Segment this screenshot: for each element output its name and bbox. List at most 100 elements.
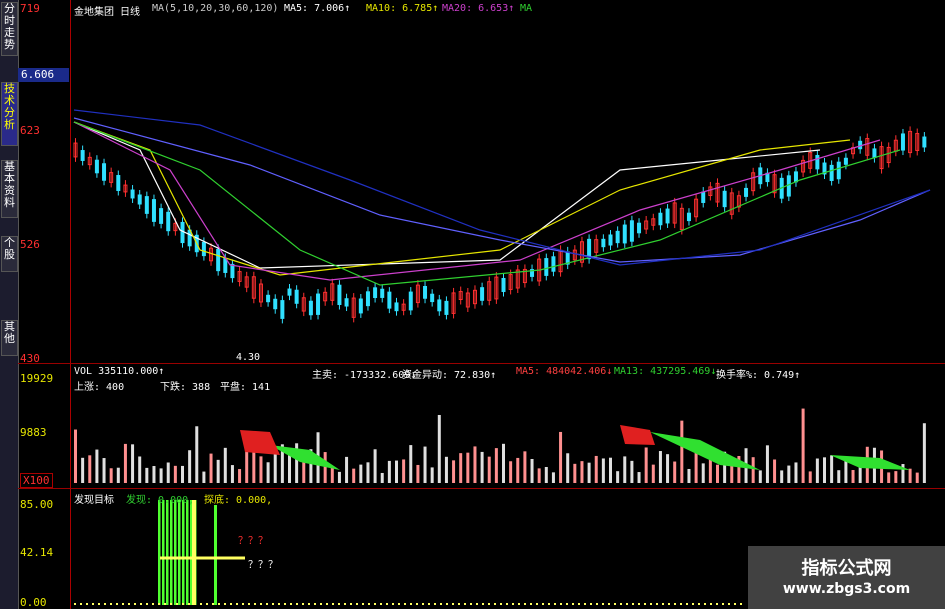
candle-body <box>836 161 841 180</box>
volume-bar <box>573 463 577 483</box>
candle-body <box>858 140 863 150</box>
candle-body <box>722 190 727 208</box>
signal-note: ？？？ <box>248 560 278 571</box>
candle-body <box>387 291 392 309</box>
baseline-dot <box>530 603 532 605</box>
volume-bar <box>494 448 498 483</box>
candle-body <box>601 238 606 248</box>
candle-body <box>686 212 691 222</box>
baseline-dot <box>470 603 472 605</box>
volume-bar <box>616 471 620 483</box>
candle-body <box>665 208 670 224</box>
volume-bar <box>152 466 156 483</box>
baseline-dot <box>326 603 328 605</box>
volume-bar <box>459 453 463 483</box>
baseline-dot <box>602 603 604 605</box>
decliners-count: 下跌: 388 <box>160 382 211 393</box>
volume-bar <box>502 443 505 483</box>
candle-body <box>423 285 428 299</box>
volume-ma-band <box>240 430 280 455</box>
candle-body <box>629 220 634 242</box>
baseline-dot <box>608 603 610 605</box>
volume-bar <box>88 455 92 483</box>
baseline-dot <box>188 603 190 605</box>
signal-bar-green <box>178 500 181 605</box>
volume-bar <box>259 456 263 483</box>
candle-body <box>872 148 877 159</box>
volume-bar <box>780 470 784 483</box>
baseline-dot <box>308 603 310 605</box>
volume-bar <box>837 470 841 483</box>
candle-body <box>437 299 442 312</box>
baseline-dot <box>338 603 340 605</box>
baseline-dot <box>392 603 394 605</box>
baseline-dot <box>236 603 238 605</box>
price-tick: 430 <box>20 352 40 365</box>
volume-bar <box>894 471 898 483</box>
volume-bar <box>202 471 206 483</box>
candle-body <box>501 277 506 293</box>
baseline-dot <box>206 603 208 605</box>
baseline-dot <box>524 603 526 605</box>
volume-bar <box>609 457 612 483</box>
baseline-dot <box>680 603 682 605</box>
candle-body <box>137 194 142 205</box>
candle-body <box>701 191 706 203</box>
candle-body <box>394 302 399 312</box>
candle-body <box>544 258 549 276</box>
volume-bar <box>658 451 662 483</box>
baseline-dot <box>146 603 148 605</box>
baseline-dot <box>80 603 82 605</box>
candle-body <box>637 222 642 234</box>
volume-bar <box>701 463 705 483</box>
baseline-dot <box>128 603 130 605</box>
baseline-dot <box>632 603 634 605</box>
baseline-dot <box>428 603 430 605</box>
volume-bar <box>345 456 349 483</box>
volume-bar <box>452 460 456 483</box>
baseline-dot <box>638 603 640 605</box>
ma-params: MA(5,10,20,30,60,120) <box>152 3 279 14</box>
baseline-dot <box>218 603 220 605</box>
candle-body <box>815 154 820 170</box>
candle-body <box>344 298 349 307</box>
baseline-dot <box>716 603 718 605</box>
volume-bar <box>794 462 798 483</box>
volume-bar <box>666 454 670 483</box>
volume-bar <box>680 420 684 483</box>
baseline-dot <box>302 603 304 605</box>
volume-bar <box>630 460 634 483</box>
baseline-dot <box>374 603 376 605</box>
baseline-dot <box>356 603 358 605</box>
volume-bar <box>238 469 242 483</box>
candle-body <box>551 256 556 272</box>
baseline-dot <box>728 603 730 605</box>
baseline-dot <box>590 603 592 605</box>
baseline-dot <box>548 603 550 605</box>
candle-body <box>166 211 171 232</box>
baseline-dot <box>368 603 370 605</box>
signal-bar-green <box>158 500 161 605</box>
volume-bar <box>758 470 762 483</box>
baseline-dot <box>566 603 568 605</box>
baseline-dot <box>740 603 742 605</box>
baseline-dot <box>722 603 724 605</box>
baseline-dot <box>152 603 154 605</box>
watermark: 指标公式网 www.zbgs3.com <box>748 546 945 609</box>
volume-bar <box>922 423 926 483</box>
vol-ma5-readout: MA5: 484042.406↓ <box>516 366 613 377</box>
volume-bar <box>423 446 427 483</box>
baseline-dot <box>314 603 316 605</box>
volume-bar <box>908 468 912 483</box>
volume-bar <box>181 465 184 483</box>
kline-chart[interactable] <box>0 0 945 609</box>
volume-bar <box>673 461 677 483</box>
advancers-count: 上涨: 400 <box>74 382 125 393</box>
baseline-dot <box>458 603 460 605</box>
baseline-dot <box>734 603 736 605</box>
baseline-dot <box>266 603 268 605</box>
volume-bar <box>815 458 819 483</box>
baseline-dot <box>344 603 346 605</box>
volume-bar <box>808 471 812 483</box>
candle-body <box>80 150 85 161</box>
